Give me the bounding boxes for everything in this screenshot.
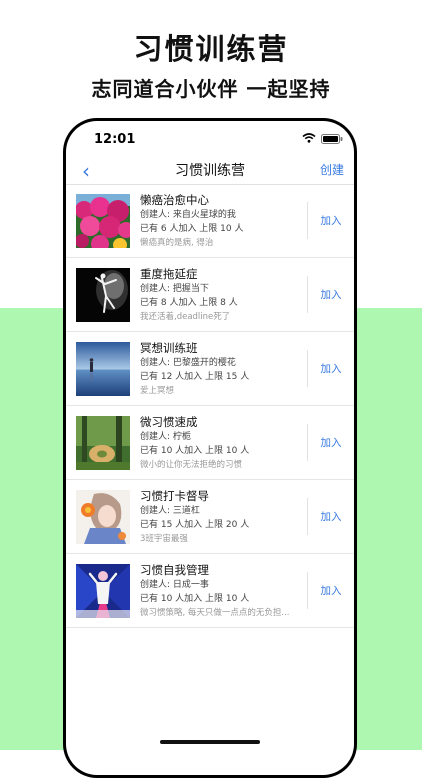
join-button[interactable]: 加入 (308, 332, 354, 405)
group-creator: 创建人: 把握当下 (140, 284, 209, 294)
status-bar: 12:01 (66, 121, 354, 157)
join-button[interactable]: 加入 (308, 184, 354, 257)
status-time: 12:01 (94, 132, 136, 147)
join-button[interactable]: 加入 (308, 554, 354, 627)
group-info: 微习惯速成 创建人: 柠栀 已有 10 人加入 上限 10 人 微小的让你无法拒… (140, 415, 305, 472)
home-indicator[interactable] (160, 740, 260, 744)
group-title: 懒癌治愈中心 (140, 193, 209, 207)
join-button[interactable]: 加入 (308, 258, 354, 331)
group-title: 习惯自我管理 (140, 563, 209, 577)
phone-frame: 12:01 ‹ 习惯训练营 创建 懒癌治愈中心 创建人: 来自火星球的我 已有 … (63, 118, 357, 778)
group-thumbnail (76, 416, 130, 470)
group-stats: 已有 10 人加入 上限 10 人 (140, 446, 250, 456)
group-info: 习惯打卡督导 创建人: 三道杠 已有 15 人加入 上限 20 人 3班宇宙最强 (140, 489, 305, 546)
group-creator: 创建人: 巴黎盛开的樱花 (140, 358, 236, 368)
group-creator: 创建人: 柠栀 (140, 432, 191, 442)
group-stats: 已有 12 人加入 上限 15 人 (140, 372, 250, 382)
group-info: 懒癌治愈中心 创建人: 来自火星球的我 已有 6 人加入 上限 10 人 懒癌真… (140, 193, 305, 250)
page-title: 习惯训练营 (175, 163, 245, 179)
create-button[interactable]: 创建 (320, 161, 344, 178)
group-list: 懒癌治愈中心 创建人: 来自火星球的我 已有 6 人加入 上限 10 人 懒癌真… (66, 184, 354, 628)
group-info: 重度拖延症 创建人: 把握当下 已有 8 人加入 上限 8 人 我还活着,dea… (140, 267, 305, 324)
group-title: 习惯打卡督导 (140, 489, 209, 503)
group-description: 懒癌真的是病, 得治 (140, 238, 214, 248)
list-item[interactable]: 冥想训练班 创建人: 巴黎盛开的樱花 已有 12 人加入 上限 15 人 爱上冥… (66, 332, 354, 406)
join-button[interactable]: 加入 (308, 406, 354, 479)
group-thumbnail (76, 342, 130, 396)
group-stats: 已有 15 人加入 上限 20 人 (140, 520, 250, 530)
group-creator: 创建人: 日成一事 (140, 580, 209, 590)
group-stats: 已有 10 人加入 上限 10 人 (140, 594, 250, 604)
group-info: 习惯自我管理 创建人: 日成一事 已有 10 人加入 上限 10 人 微习惯策略… (140, 563, 305, 620)
phone-screen: 12:01 ‹ 习惯训练营 创建 懒癌治愈中心 创建人: 来自火星球的我 已有 … (66, 121, 354, 775)
group-description: 爱上冥想 (140, 386, 175, 396)
group-title: 冥想训练班 (140, 341, 198, 355)
wifi-icon (302, 133, 316, 143)
list-item[interactable]: 重度拖延症 创建人: 把握当下 已有 8 人加入 上限 8 人 我还活着,dea… (66, 258, 354, 332)
list-item[interactable]: 习惯打卡督导 创建人: 三道杠 已有 15 人加入 上限 20 人 3班宇宙最强… (66, 480, 354, 554)
promo-subtitle: 志同道合小伙伴 一起坚持 (91, 77, 331, 101)
group-stats: 已有 8 人加入 上限 8 人 (140, 298, 238, 308)
nav-bar: ‹ 习惯训练营 创建 (66, 157, 354, 185)
group-stats: 已有 6 人加入 上限 10 人 (140, 224, 244, 234)
group-thumbnail (76, 564, 130, 618)
group-thumbnail (76, 490, 130, 544)
group-description: 我还活着,deadline死了 (140, 312, 231, 322)
group-description: 3班宇宙最强 (140, 534, 188, 544)
group-description: 微小的让你无法拒绝的习惯 (140, 460, 243, 470)
group-info: 冥想训练班 创建人: 巴黎盛开的樱花 已有 12 人加入 上限 15 人 爱上冥… (140, 341, 305, 398)
group-title: 重度拖延症 (140, 267, 198, 281)
promo-title: 习惯训练营 (133, 32, 289, 66)
list-item[interactable]: 习惯自我管理 创建人: 日成一事 已有 10 人加入 上限 10 人 微习惯策略… (66, 554, 354, 628)
group-creator: 创建人: 三道杠 (140, 506, 200, 516)
group-creator: 创建人: 来自火星球的我 (140, 210, 236, 220)
battery-icon (321, 134, 343, 144)
list-item[interactable]: 懒癌治愈中心 创建人: 来自火星球的我 已有 6 人加入 上限 10 人 懒癌真… (66, 184, 354, 258)
group-description: 微习惯策略, 每天只做一点点的无负担... (140, 608, 290, 618)
group-thumbnail (76, 194, 130, 248)
join-button[interactable]: 加入 (308, 480, 354, 553)
list-item[interactable]: 微习惯速成 创建人: 柠栀 已有 10 人加入 上限 10 人 微小的让你无法拒… (66, 406, 354, 480)
group-thumbnail (76, 268, 130, 322)
group-title: 微习惯速成 (140, 415, 198, 429)
